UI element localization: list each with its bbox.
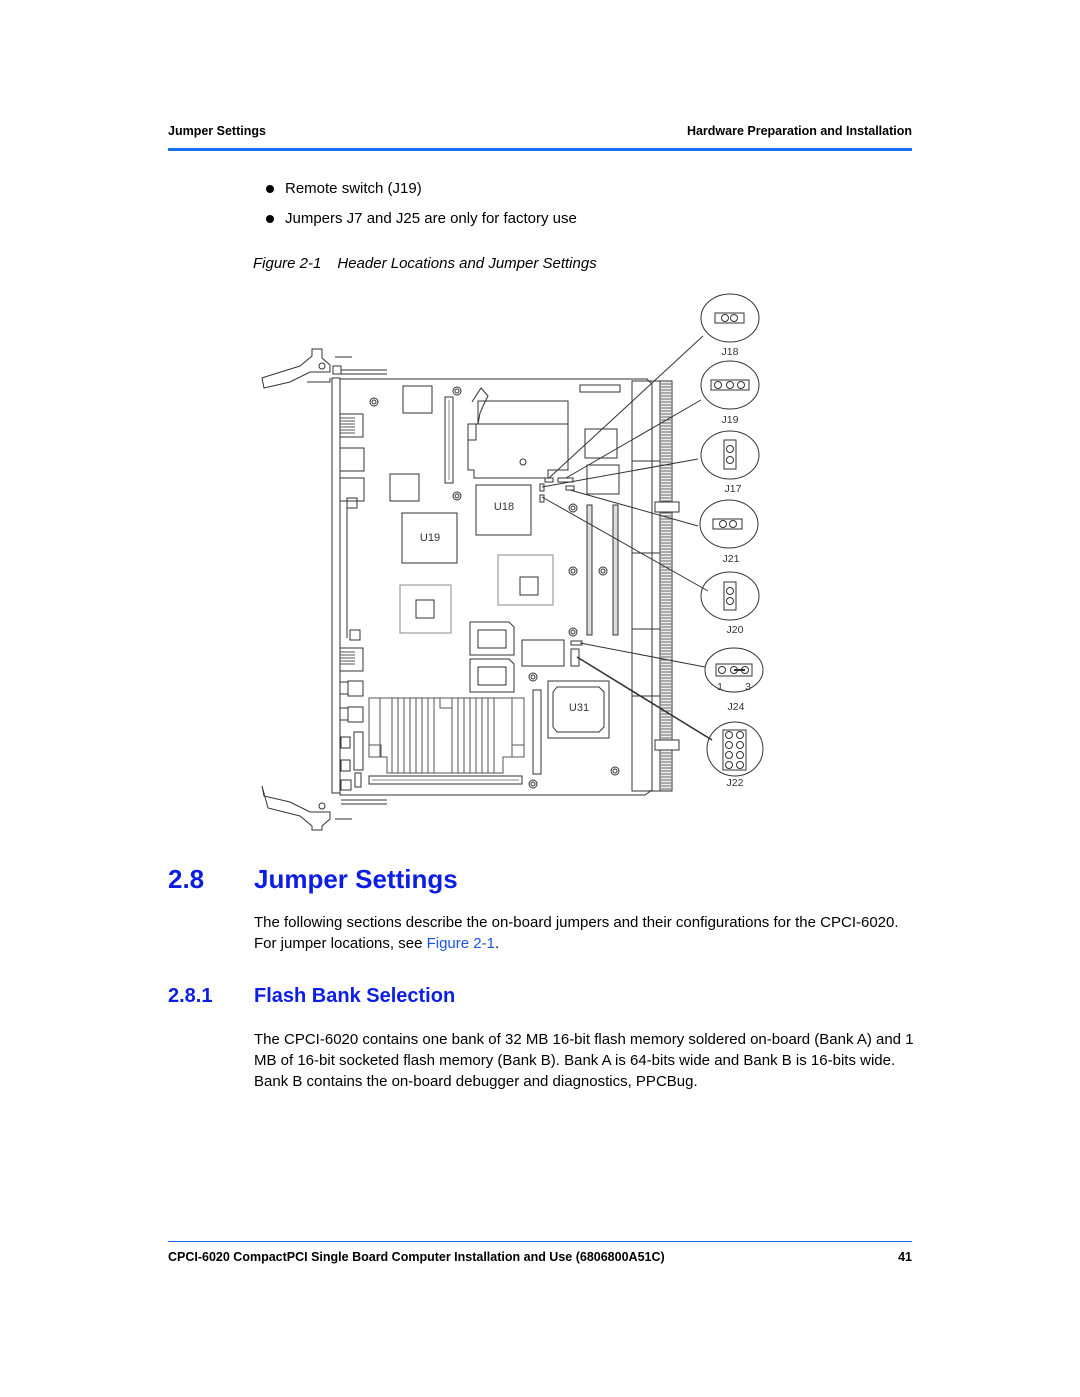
- section-number: 2.8: [168, 864, 205, 894]
- figure-caption: Figure 2-1 Header Locations and Jumper Se…: [253, 255, 597, 272]
- memory-socket: [612, 504, 619, 636]
- header-rule: [168, 148, 912, 151]
- page-number: 41: [898, 1250, 912, 1264]
- front-panel: [331, 377, 341, 794]
- bullet-icon: [266, 184, 274, 193]
- bullet-text: Jumpers J7 and J25 are only for factory …: [285, 210, 577, 227]
- board-diagram: U19 U18 U31 J18 J19 J17 J21 J20 1 3 J24 …: [261, 293, 764, 831]
- chip-label: U19: [420, 532, 440, 544]
- section-intro: The following sections describe the on-b…: [254, 912, 914, 954]
- jumper-label: J19: [722, 414, 739, 426]
- callout-j20: J20: [700, 571, 760, 636]
- pin-label: 1: [717, 681, 723, 693]
- figure-link[interactable]: Figure 2-1: [427, 935, 495, 952]
- section-heading: 2.8 Jumper Settings: [168, 864, 458, 895]
- jumper-label: J22: [727, 777, 744, 789]
- bullet-item: Remote switch (J19): [266, 180, 422, 197]
- callout-j21: J21: [699, 499, 759, 565]
- heatsink: [368, 697, 525, 774]
- figure-number: Figure 2-1: [253, 255, 322, 272]
- jumper-label: J24: [728, 701, 745, 713]
- callout-j17: J17: [700, 430, 760, 495]
- intro-text: The following sections describe the on-b…: [254, 914, 899, 952]
- callout-j22: J22: [706, 721, 764, 789]
- subsection-body: The CPCI-6020 contains one bank of 32 MB…: [254, 1031, 914, 1090]
- running-header-chapter: Hardware Preparation and Installation: [686, 124, 912, 138]
- chip-label: U18: [494, 501, 514, 513]
- jumper-label: J20: [727, 624, 744, 636]
- section-title: Jumper Settings: [254, 864, 458, 894]
- bullet-icon: [266, 214, 274, 223]
- jumper-label: J18: [722, 346, 739, 358]
- bullet-item: Jumpers J7 and J25 are only for factory …: [266, 210, 577, 227]
- running-header-section: Jumper Settings: [168, 124, 266, 138]
- callout-j18: J18: [700, 293, 760, 358]
- pin-label: 3: [745, 681, 751, 693]
- intro-text-end: .: [494, 935, 500, 952]
- footer-title: CPCI-6020 CompactPCI Single Board Comput…: [168, 1250, 665, 1264]
- footer-rule: [168, 1241, 912, 1242]
- pmc-module: [467, 387, 569, 479]
- chip-label: U31: [569, 702, 589, 714]
- jumper-label: J17: [725, 483, 742, 495]
- callout-j19: J19: [700, 360, 760, 426]
- subsection-title: Flash Bank Selection: [254, 985, 456, 1007]
- callout-j24: 1 3 J24: [704, 647, 764, 713]
- bullet-text: Remote switch (J19): [285, 180, 422, 197]
- figure-title: Header Locations and Jumper Settings: [337, 255, 597, 272]
- subsection-heading: 2.8.1 Flash Bank Selection: [168, 985, 455, 1008]
- jumper-label: J21: [723, 553, 740, 565]
- subsection-number: 2.8.1: [168, 985, 213, 1007]
